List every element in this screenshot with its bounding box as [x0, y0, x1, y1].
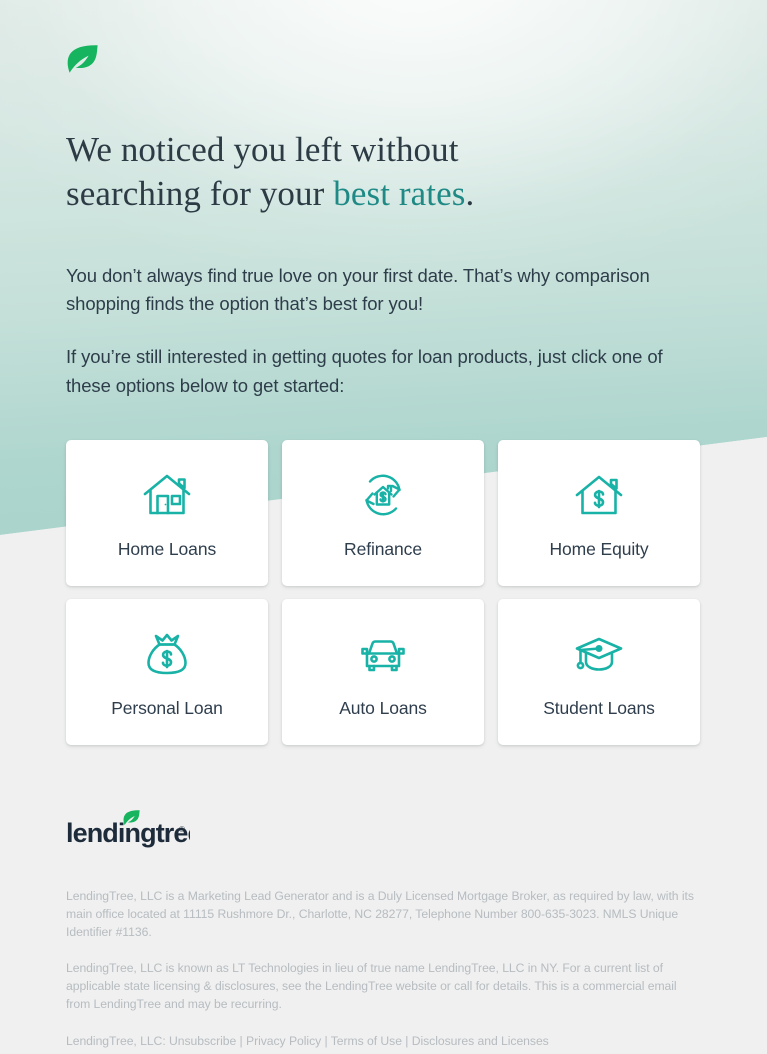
footer: lendingtree ® LendingTree, LLC is a Mark… [0, 745, 767, 1050]
headline-line-1: We noticed you left without [66, 130, 459, 169]
link-unsubscribe[interactable]: Unsubscribe [169, 1034, 236, 1048]
footer-links: LendingTree, LLC: Unsubscribe | Privacy … [66, 1013, 701, 1050]
card-home-equity[interactable]: Home Equity [498, 440, 700, 587]
link-disclosures-and-licenses[interactable]: Disclosures and Licenses [412, 1034, 549, 1048]
headline-suffix: . [465, 173, 475, 213]
house-dollar-icon [573, 467, 625, 523]
headline-accent: best rates [333, 173, 466, 213]
headline-line-2-prefix: searching for your [66, 173, 334, 213]
lendingtree-leaf-icon [66, 45, 98, 82]
card-home-loans[interactable]: Home Loans [66, 440, 268, 587]
card-label: Personal Loan [111, 697, 223, 718]
house-refresh-dollar-icon [357, 467, 409, 523]
instruction-paragraph: If you’re still interested in getting qu… [66, 345, 663, 396]
link-separator-2: | [321, 1034, 331, 1049]
money-bag-dollar-icon [141, 626, 193, 682]
card-personal-loan[interactable]: Personal Loan [66, 599, 268, 746]
footer-logo: lendingtree ® [66, 745, 701, 850]
card-label: Student Loans [543, 697, 655, 718]
card-student-loans[interactable]: Student Loans [498, 599, 700, 746]
graduation-cap-icon [572, 626, 626, 682]
card-label: Home Equity [549, 538, 649, 559]
svg-text:lendingtree: lendingtree [66, 818, 190, 848]
svg-text:®: ® [179, 825, 185, 834]
car-front-icon [357, 626, 409, 682]
legal-paragraph-2: LendingTree, LLC is known as LT Technolo… [66, 961, 677, 1012]
legal-paragraph-1: LendingTree, LLC is a Marketing Lead Gen… [66, 889, 694, 940]
house-icon [141, 467, 193, 523]
email-page: We noticed you left without searching fo… [0, 0, 767, 1054]
link-separator-1: | [236, 1034, 246, 1049]
page-title: We noticed you left without searching fo… [66, 84, 701, 216]
card-label: Auto Loans [339, 697, 427, 718]
link-privacy-policy[interactable]: Privacy Policy [246, 1034, 321, 1048]
card-auto-loans[interactable]: Auto Loans [282, 599, 484, 746]
link-separator-3: | [401, 1034, 412, 1049]
card-label: Refinance [344, 538, 422, 559]
loan-product-grid: Home Loans Refinance Home Equity Persona… [66, 400, 701, 746]
main-content: We noticed you left without searching fo… [0, 0, 767, 746]
card-label: Home Loans [117, 538, 217, 559]
link-terms-of-use[interactable]: Terms of Use [331, 1034, 402, 1048]
header-logo [66, 0, 701, 84]
footer-links-prefix: LendingTree, LLC: [66, 1034, 169, 1049]
intro-paragraph: You don’t always find true love on your … [66, 264, 650, 315]
card-refinance[interactable]: Refinance [282, 440, 484, 587]
